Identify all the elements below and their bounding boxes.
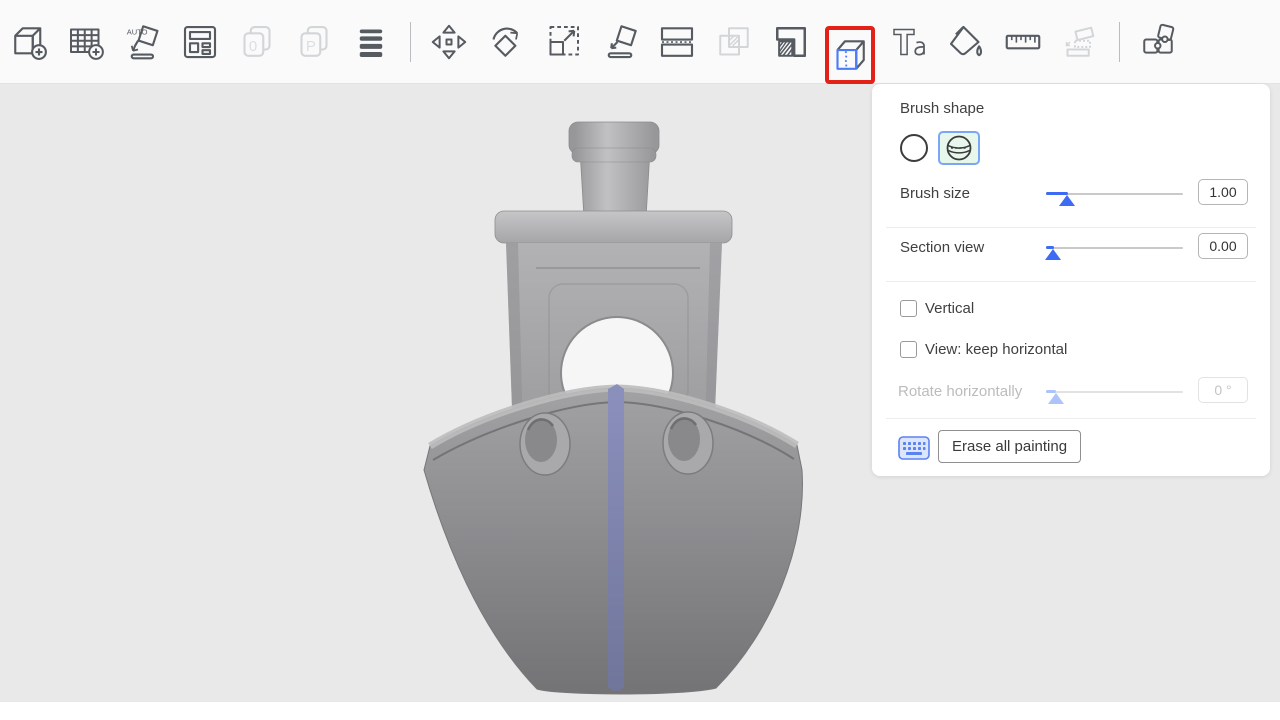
brush-size-slider-thumb[interactable] [1059,195,1075,206]
svg-text:AUTO: AUTO [127,27,148,36]
auto-orient-icon[interactable]: AUTO [120,19,166,65]
toolbar-separator [410,22,411,62]
color-painting-icon[interactable] [943,19,989,65]
rotate-horizontally-value [1198,377,1248,403]
rotate-horizontally-slider-thumb [1048,393,1064,404]
section-view-label: Section view [900,239,984,256]
keyboard-shortcuts-icon[interactable] [898,435,930,461]
place-on-face-icon[interactable] [597,19,643,65]
section-view-value[interactable] [1198,233,1248,259]
rotate-horizontally-slider [1046,382,1183,404]
panel-divider [886,418,1256,419]
circle-brush-option[interactable] [900,134,928,162]
brush-size-label: Brush size [900,185,970,202]
brush-shape-label: Brush shape [900,100,984,117]
benchy-chimney [569,122,659,218]
split-to-objects-icon: 0 [234,19,280,65]
section-view-slider-thumb[interactable] [1045,249,1061,260]
seam-stripe [608,384,624,691]
rotate-icon[interactable] [483,19,529,65]
rotate-horizontally-label: Rotate horizontally [898,383,1022,400]
section-view-slider[interactable] [1046,238,1183,260]
mesh-boolean-icon [711,19,757,65]
page-bottom-margin [0,702,1280,720]
split-to-parts-icon: P [291,19,337,65]
exploded-view-icon [1057,19,1103,65]
seam-painting-panel: Brush shape Brush size Section view Vert… [872,84,1270,476]
measure-icon[interactable] [1000,19,1046,65]
view-keep-horizontal-label: View: keep horizontal [925,341,1067,358]
text-tool-icon[interactable] [886,19,932,65]
brush-size-slider[interactable] [1046,184,1183,206]
vertical-checkbox-label: Vertical [925,300,974,317]
panel-divider [886,227,1256,228]
brush-size-value[interactable] [1198,179,1248,205]
cut-icon[interactable] [654,19,700,65]
variable-layer-height-icon[interactable] [348,19,394,65]
sphere-brush-icon [944,133,974,163]
toolbar-separator [1119,22,1120,62]
svg-text:P: P [306,37,316,54]
move-icon[interactable] [426,19,472,65]
add-object-icon[interactable] [6,19,52,65]
erase-all-painting-button[interactable]: Erase all painting [938,430,1081,463]
support-painting-icon[interactable] [768,19,814,65]
scale-icon[interactable] [540,19,586,65]
add-plate-icon[interactable] [63,19,109,65]
panel-divider [886,281,1256,282]
arrange-icon[interactable] [177,19,223,65]
benchy-cabin-roof [495,211,732,243]
svg-text:0: 0 [249,37,257,54]
assemble-icon[interactable] [1135,19,1181,65]
main-toolbar: AUTO 0 P [0,0,1280,84]
sphere-brush-option-selected[interactable] [938,131,980,165]
vertical-checkbox[interactable] [900,300,917,317]
erase-all-painting-label: Erase all painting [952,438,1067,455]
view-keep-horizontal-checkbox[interactable] [900,341,917,358]
seam-painting-icon[interactable] [825,26,875,84]
